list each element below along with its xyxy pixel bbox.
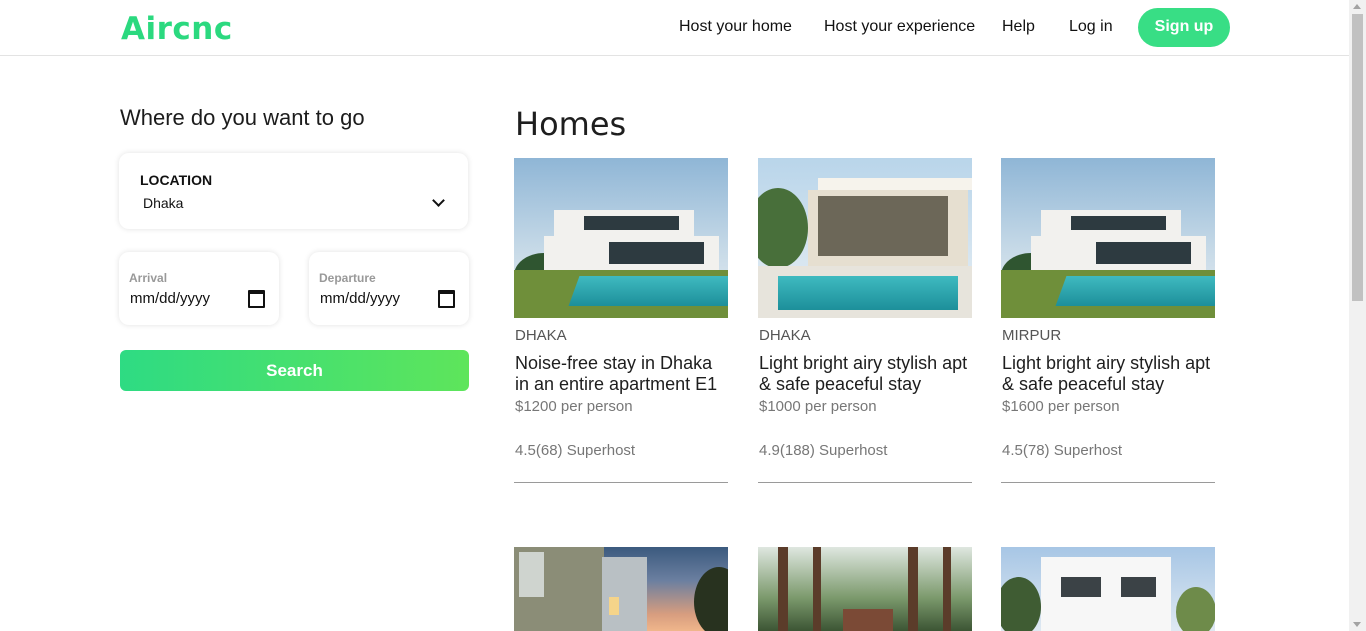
home-location: DHAKA <box>759 327 811 344</box>
home-card[interactable] <box>758 547 972 631</box>
scroll-down-icon[interactable] <box>1353 622 1361 627</box>
nav-help-link[interactable]: Help <box>1002 18 1035 36</box>
home-price: $1200 per person <box>515 398 633 415</box>
home-rating: 4.9(188) Superhost <box>759 442 888 459</box>
home-photo[interactable] <box>514 547 728 631</box>
home-photo[interactable] <box>1001 547 1215 631</box>
departure-date-field[interactable]: Departure mm/dd/yyyy <box>309 252 469 325</box>
divider <box>514 482 728 483</box>
home-photo[interactable] <box>758 547 972 631</box>
home-rating: 4.5(68) Superhost <box>515 442 636 459</box>
home-title[interactable]: Light bright airy stylish apt & safe pea… <box>1002 353 1216 395</box>
divider <box>1001 482 1215 483</box>
location-value[interactable]: Dhaka <box>143 195 183 211</box>
nav-host-home-link[interactable]: Host your home <box>679 18 792 36</box>
location-select[interactable]: LOCATION Dhaka <box>119 153 468 229</box>
home-card[interactable]: MIRPUR Light bright airy stylish apt & s… <box>1001 158 1215 483</box>
top-navbar: Aircnc Host your home Host your experien… <box>0 0 1349 56</box>
home-card[interactable] <box>514 547 728 631</box>
calendar-icon[interactable] <box>248 290 265 308</box>
location-label: LOCATION <box>140 172 213 188</box>
scroll-up-icon[interactable] <box>1353 4 1361 9</box>
home-card[interactable]: DHAKA Light bright airy stylish apt & sa… <box>758 158 972 483</box>
home-location: MIRPUR <box>1002 327 1062 344</box>
search-heading: Where do you want to go <box>120 105 365 130</box>
calendar-icon[interactable] <box>438 290 455 308</box>
home-rating: 4.5(78) Superhost <box>1002 442 1123 459</box>
arrival-label: Arrival <box>129 271 168 285</box>
divider <box>758 482 972 483</box>
home-price: $1600 per person <box>1002 398 1120 415</box>
home-title[interactable]: Light bright airy stylish apt & safe pea… <box>759 353 973 395</box>
home-price: $1000 per person <box>759 398 877 415</box>
scrollbar-thumb[interactable] <box>1352 14 1363 301</box>
search-button[interactable]: Search <box>120 350 469 391</box>
chevron-down-icon[interactable] <box>432 194 445 207</box>
departure-label: Departure <box>319 271 376 285</box>
home-card[interactable] <box>1001 547 1215 631</box>
arrival-input[interactable]: mm/dd/yyyy <box>130 290 210 307</box>
nav-login-link[interactable]: Log in <box>1069 18 1113 36</box>
home-title[interactable]: Noise-free stay in Dhaka in an entire ap… <box>515 353 729 395</box>
departure-input[interactable]: mm/dd/yyyy <box>320 290 400 307</box>
home-card[interactable]: DHAKA Noise-free stay in Dhaka in an ent… <box>514 158 728 483</box>
home-location: DHAKA <box>515 327 567 344</box>
page-scrollbar[interactable] <box>1349 0 1366 631</box>
home-photo[interactable] <box>758 158 972 318</box>
signup-button[interactable]: Sign up <box>1138 8 1230 47</box>
arrival-date-field[interactable]: Arrival mm/dd/yyyy <box>119 252 279 325</box>
page-title: Homes <box>515 105 627 143</box>
home-photo[interactable] <box>514 158 728 318</box>
nav-host-experience-link[interactable]: Host your experience <box>824 18 975 36</box>
home-photo[interactable] <box>1001 158 1215 318</box>
nav-links: Host your home Host your experience Help… <box>0 0 1349 55</box>
